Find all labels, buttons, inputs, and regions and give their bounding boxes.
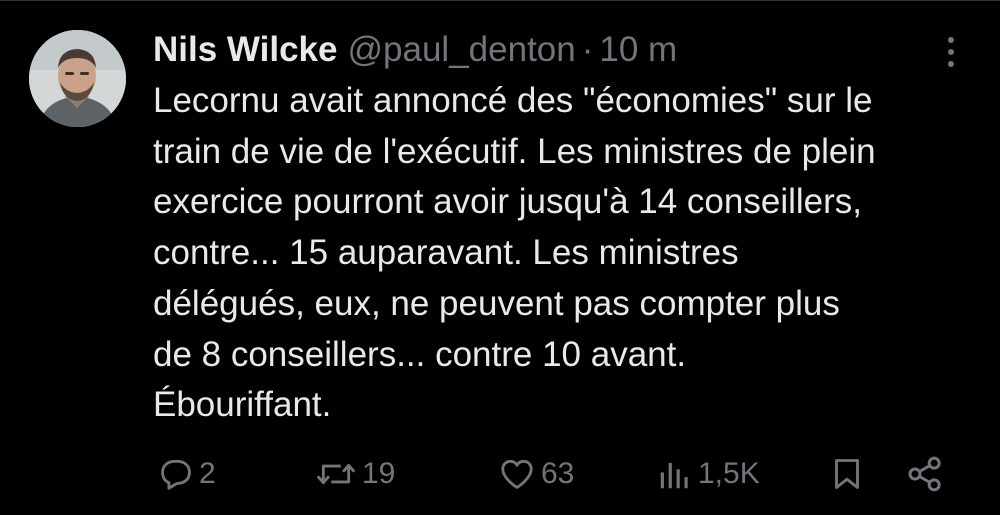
tweet-text-line: délégués, eux, ne peuvent pas compter pl… xyxy=(153,283,840,323)
views-button[interactable]: 1,5K xyxy=(656,450,760,498)
reply-count: 2 xyxy=(199,457,216,490)
action-bar: 2 19 63 1,5K xyxy=(0,450,1000,498)
view-count: 1,5K xyxy=(698,457,760,490)
timestamp[interactable]: 10 m xyxy=(599,28,677,72)
separator-dot: · xyxy=(581,30,594,69)
tweet-text-line: exercice pourront avoir jusqu'à 14 conse… xyxy=(153,182,862,222)
reply-icon xyxy=(161,459,191,490)
display-name[interactable]: Nils Wilcke xyxy=(153,28,338,72)
repost-icon xyxy=(317,463,355,485)
tweet-text-line: Lecornu avait annoncé des "économies" su… xyxy=(153,81,873,120)
heart-icon xyxy=(501,459,533,489)
like-button[interactable]: 63 xyxy=(497,450,574,498)
tweet-text-line: contre... 15 auparavant. Les ministres xyxy=(153,233,739,273)
bookmark-button[interactable] xyxy=(829,450,865,498)
repost-count: 19 xyxy=(362,457,396,490)
reply-button[interactable]: 2 xyxy=(157,450,216,498)
tweet-text-line: de 8 conseillers... contre 10 avant. xyxy=(153,334,687,374)
bookmark-icon xyxy=(835,459,859,489)
like-count: 63 xyxy=(541,457,575,490)
tweet-header: Nils Wilcke @paul_denton · 10 m xyxy=(153,28,677,72)
avatar-image xyxy=(29,30,126,127)
share-button[interactable] xyxy=(905,450,945,498)
repost-button[interactable]: 19 xyxy=(314,450,395,498)
views-icon xyxy=(660,462,688,489)
tweet-text-line: train de vie de l'exécutif. Les ministre… xyxy=(153,131,876,171)
tweet-text-line: Ébouriffant. xyxy=(153,385,332,425)
top-divider xyxy=(0,0,1000,1)
user-handle[interactable]: @paul_denton xyxy=(348,28,576,72)
more-icon[interactable] xyxy=(936,34,966,70)
tweet-text: Lecornu avait annoncé des "économies" su… xyxy=(153,76,973,431)
avatar[interactable] xyxy=(29,30,126,127)
share-icon xyxy=(908,456,941,492)
